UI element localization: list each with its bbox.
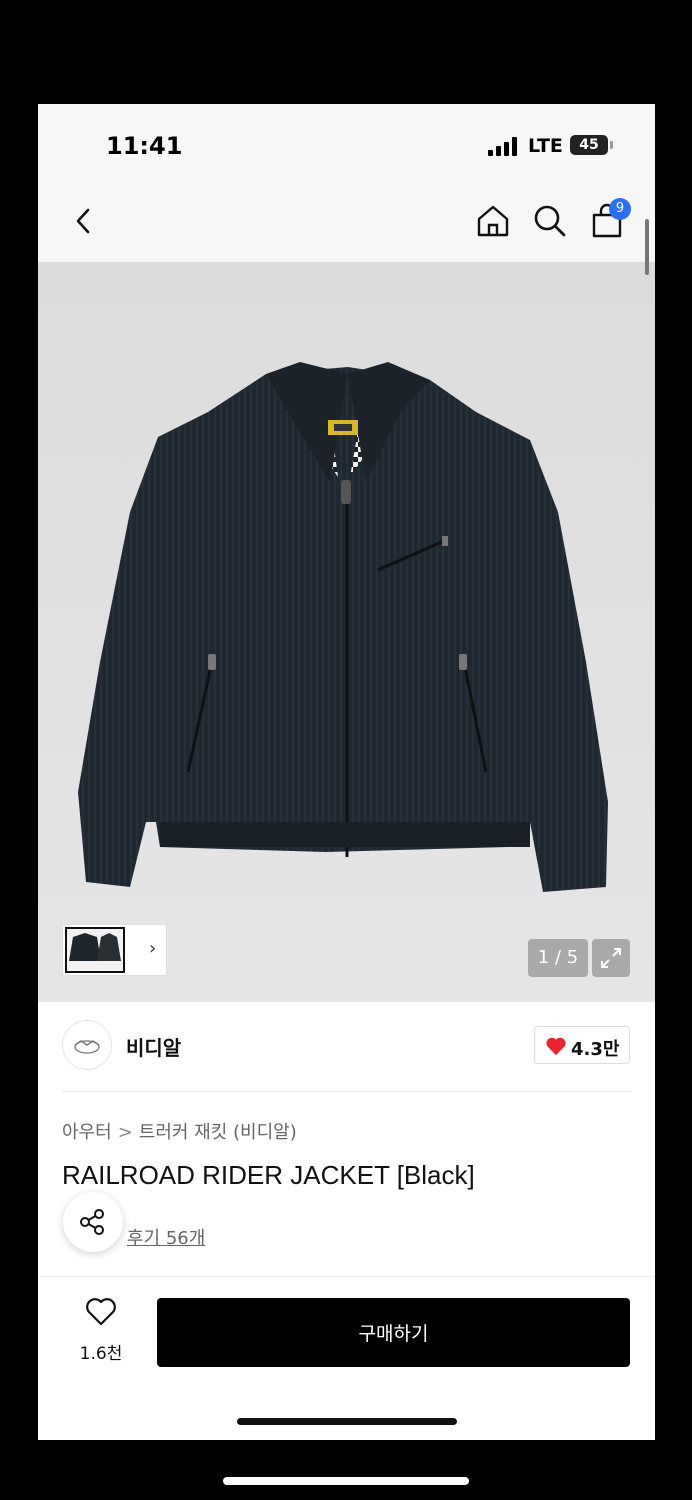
wishlist-button[interactable]: 1.6천: [78, 1297, 124, 1373]
breadcrumb-subcategory[interactable]: 트러커 재킷 (비디알): [139, 1122, 297, 1143]
share-icon: [80, 1209, 104, 1235]
brand-name[interactable]: 비디알: [126, 1032, 181, 1061]
breadcrumb-category[interactable]: 아우터: [62, 1122, 112, 1143]
product-image-gallery[interactable]: › 1 / 5: [38, 262, 655, 1002]
wishlist-count: 1.6천: [79, 1344, 123, 1364]
purchase-bar: 1.6천 구매하기: [38, 1277, 655, 1440]
search-icon[interactable]: [531, 202, 569, 240]
heart-outline-icon: [86, 1298, 116, 1326]
battery-icon: 45: [570, 135, 608, 155]
product-title: RAILROAD RIDER JACKET [Black]: [62, 1160, 475, 1190]
expand-icon[interactable]: [592, 939, 630, 977]
app-screen: 11:41 LTE 45 9 › 1 / 5 비디알 4.3만 아우터 > 트러…: [38, 104, 655, 1440]
image-page-indicator: 1 / 5: [528, 939, 588, 977]
scrollbar[interactable]: [645, 219, 649, 275]
battery-tip: [610, 141, 613, 149]
brand-like-count: 4.3만: [571, 1039, 620, 1060]
breadcrumb-separator-icon: >: [117, 1122, 133, 1143]
image-thumbnails[interactable]: ›: [62, 924, 167, 976]
signal-icon: [488, 136, 520, 156]
back-icon[interactable]: [66, 202, 104, 240]
brand-like-button[interactable]: 4.3만: [534, 1026, 630, 1064]
reviews-link[interactable]: 후기 56개: [127, 1224, 205, 1250]
buy-button[interactable]: 구매하기: [157, 1298, 630, 1367]
status-bar: 11:41 LTE 45: [38, 104, 655, 184]
share-button[interactable]: [63, 1192, 123, 1252]
thumbnail-selected[interactable]: [65, 927, 125, 973]
brand-row: 비디알 4.3만: [38, 1002, 655, 1092]
status-time: 11:41: [106, 132, 183, 160]
top-navbar: 9: [38, 184, 655, 262]
heart-filled-icon: [546, 1037, 566, 1056]
cart-icon[interactable]: 9: [589, 198, 631, 240]
chevron-right-icon[interactable]: ›: [149, 938, 156, 959]
brand-logo[interactable]: [62, 1020, 112, 1070]
cart-count-badge: 9: [609, 198, 631, 220]
breadcrumb: 아우터 > 트러커 재킷 (비디알): [62, 1118, 297, 1144]
home-indicator: [223, 1477, 469, 1485]
home-icon[interactable]: [474, 202, 512, 240]
divider: [62, 1091, 630, 1092]
home-indicator: [237, 1418, 457, 1425]
network-type: LTE: [528, 135, 563, 157]
product-image: [38, 262, 655, 1002]
